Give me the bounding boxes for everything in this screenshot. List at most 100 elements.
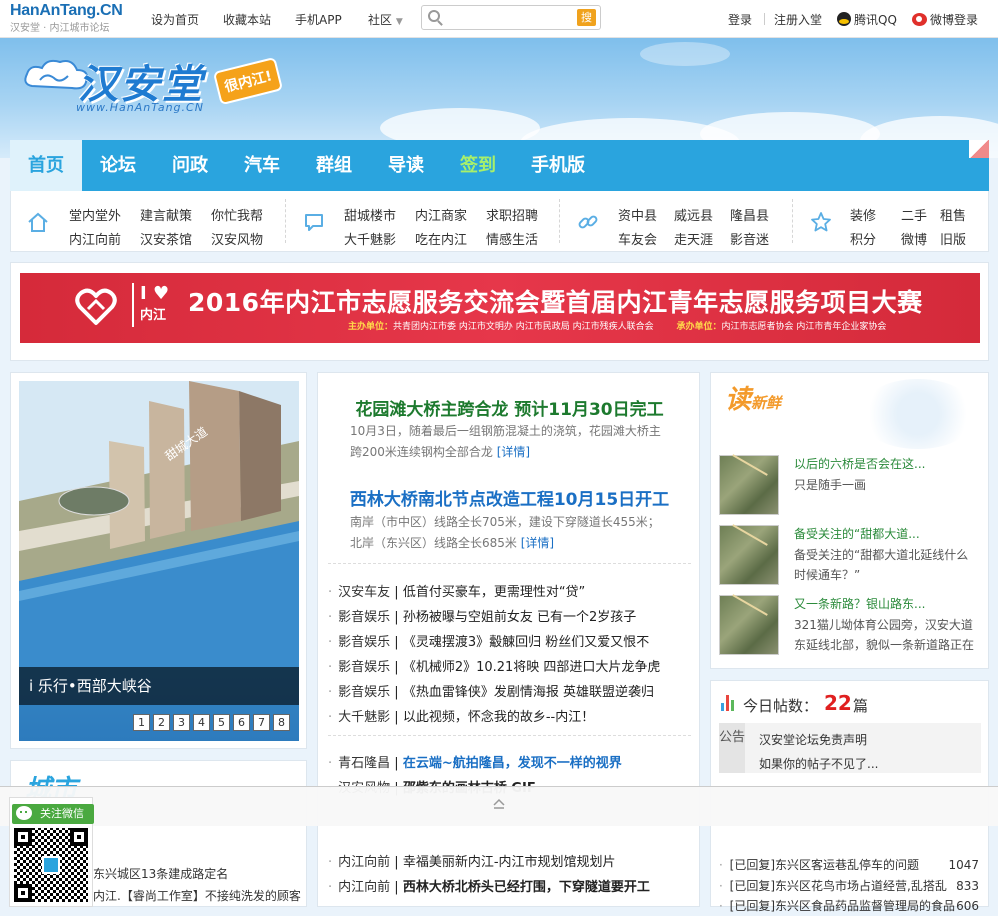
nav-forum[interactable]: 论坛: [82, 140, 154, 191]
subnav-link[interactable]: 建言献策: [140, 205, 192, 224]
read-new-item[interactable]: 以后的六桥是否会在这... 只是随手一画: [719, 455, 981, 523]
heart-hands-icon: [75, 288, 117, 325]
subnav-link[interactable]: 吃在内江: [415, 229, 467, 248]
community-menu[interactable]: 社区 ▼: [368, 11, 403, 28]
news-title: 《灵魂摆渡3》觳觫回归 粉丝们又爱又恨不: [402, 635, 650, 650]
subnav-link[interactable]: 你忙我帮: [211, 205, 263, 224]
subnav-link[interactable]: 资中县: [618, 205, 657, 224]
follow-wechat-label: 关注微信: [40, 807, 84, 820]
register-link[interactable]: 注册入堂: [774, 11, 822, 28]
slide-page-button[interactable]: 3: [173, 714, 190, 731]
subnav-link[interactable]: 积分: [850, 229, 876, 248]
news-category: 内江向前: [338, 855, 391, 870]
slide-page-button[interactable]: 6: [233, 714, 250, 731]
ad-banner[interactable]: I ♥ 内江 2016年内江市志愿服务交流会暨首届内江青年志愿服务项目大赛 主办…: [20, 273, 980, 343]
news-title: 西林大桥北桥头已经打围，下穿隧道要开工: [402, 880, 650, 895]
city-news-link[interactable]: 东兴城区13条建成路定名: [93, 865, 228, 882]
photo-slider-box: 甜城大道 i 乐行•西部大峡谷 12345678: [10, 372, 307, 749]
subnav-link[interactable]: 内江商家: [415, 205, 467, 224]
read-new-item-title: 备受关注的“甜都大道...: [794, 527, 920, 541]
ad-i-love: I ♥ 内江: [132, 283, 169, 327]
city-news-link[interactable]: 内江.【睿尚工作室】不接纯洗发的顾客: [93, 887, 301, 904]
nav-signin[interactable]: 签到: [442, 140, 514, 191]
subnav-link[interactable]: 堂内堂外: [69, 205, 121, 224]
read-new-item-title: 以后的六桥是否会在这...: [794, 457, 926, 471]
ad-host: 共青团内江市委 内江市文明办 内江市民政局 内江市残疾人联合会: [393, 322, 654, 332]
read-new-item[interactable]: 备受关注的“甜都大道... 备受关注的“甜都大道北延线什么时候通车？”: [719, 525, 981, 593]
subnav-link[interactable]: 内江向前: [69, 229, 121, 248]
news-item[interactable]: 青石隆昌 | 在云端~航拍隆昌，发现不一样的视界: [328, 751, 691, 776]
corner-fold-icon[interactable]: [969, 140, 989, 158]
nav-groups[interactable]: 群组: [298, 140, 370, 191]
subnav-link[interactable]: 隆昌县: [730, 205, 769, 224]
slide-page-button[interactable]: 1: [133, 714, 150, 731]
news-item[interactable]: 影音娱乐 | 《机械师2》10.21将映 四部进口大片龙争虎: [328, 655, 691, 680]
subnav-link[interactable]: 影音迷: [730, 229, 769, 248]
mobile-app-link[interactable]: 手机APP: [295, 11, 342, 28]
subnav-link[interactable]: 大千魅影: [344, 229, 396, 248]
announcement-link[interactable]: 汉安堂论坛免责声明: [759, 731, 867, 748]
weibo-login-link[interactable]: 微博登录: [912, 11, 978, 28]
headline-title[interactable]: 花园滩大桥主跨合龙 预计11月30日完工: [318, 395, 701, 420]
logo-text: HanAnTang.CN: [10, 2, 123, 19]
news-item[interactable]: 内江向前 | 幸福美丽新内江-内江市规划馆规划片: [328, 850, 691, 875]
qq-login-link[interactable]: 腾讯QQ: [837, 11, 897, 28]
today-posts-label: 今日帖数：: [743, 697, 819, 715]
slide-caption: i 乐行•西部大峡谷: [19, 667, 299, 705]
subnav-group-tools: 装修 二手 租售 积分 微博 旧版: [794, 191, 989, 251]
nav-auto[interactable]: 汽车: [226, 140, 298, 191]
map-thumbnail: [719, 595, 779, 655]
news-item[interactable]: 影音娱乐 | 《灵魂摆渡3》觳觫回归 粉丝们又爱又恨不: [328, 630, 691, 655]
slide-page-button[interactable]: 4: [193, 714, 210, 731]
news-item[interactable]: 影音娱乐 | 《热血雷锋侠》发剧情海报 英雄联盟逆袭归: [328, 680, 691, 705]
details-link[interactable]: [详情]: [521, 536, 554, 550]
collapse-up-icon[interactable]: [491, 795, 507, 811]
search-button[interactable]: 搜: [577, 9, 596, 26]
announcement-box: 公告 汉安堂论坛免责声明 如果你的帖子不见了...: [719, 723, 981, 773]
slide-page-button[interactable]: 8: [273, 714, 290, 731]
slide-page-button[interactable]: 7: [253, 714, 270, 731]
subnav-link[interactable]: 装修: [850, 205, 876, 224]
subnav-link[interactable]: 微博: [901, 229, 927, 248]
details-link[interactable]: [详情]: [497, 445, 530, 459]
subnav-link[interactable]: 威远县: [674, 205, 713, 224]
bar-chart-icon: [721, 695, 735, 711]
subnav-link[interactable]: 情感生活: [486, 229, 538, 248]
post-item[interactable]: [已回复]东兴区客运巷乱停车的问题 1047: [719, 855, 987, 875]
login-link[interactable]: 登录: [728, 11, 752, 28]
announcement-link[interactable]: 如果你的帖子不见了...: [759, 755, 878, 772]
sub-nav: 堂内堂外 建言献策 你忙我帮 内江向前 汉安茶馆 汉安风物 甜城楼市 内江商家 …: [10, 191, 989, 252]
post-view-count: 833: [956, 879, 979, 893]
subnav-link[interactable]: 旧版: [940, 229, 966, 248]
news-item[interactable]: 大千魅影 | 以此视频，怀念我的故乡--内江！: [328, 705, 691, 730]
post-item[interactable]: [已回复]东兴区食品药品监督管理局的食品 606: [719, 896, 987, 916]
subnav-link[interactable]: 车友会: [618, 229, 657, 248]
site-logo-mini[interactable]: HanAnTang.CN 汉安堂 · 内江城市论坛: [10, 2, 123, 34]
follow-wechat-button[interactable]: 关注微信: [12, 804, 94, 824]
subnav-link[interactable]: 甜城楼市: [344, 205, 396, 224]
subnav-link[interactable]: 走天涯: [674, 229, 713, 248]
bookmark-link[interactable]: 收藏本站: [223, 11, 271, 28]
read-new-item-desc: 备受关注的“甜都大道北延线什么时候通车？”: [794, 548, 969, 582]
subnav-link[interactable]: 二手: [901, 205, 927, 224]
nav-home[interactable]: 首页: [10, 140, 82, 191]
subnav-link[interactable]: 汉安茶馆: [140, 229, 192, 248]
news-item[interactable]: 汉安车友 | 低首付买豪车，更需理性对“贷”: [328, 580, 691, 605]
slide-page-button[interactable]: 2: [153, 714, 170, 731]
nav-guide[interactable]: 导读: [370, 140, 442, 191]
headline-title[interactable]: 西林大桥南北节点改造工程10月15日开工: [318, 485, 701, 510]
post-item[interactable]: [已回复]东兴区花鸟市场占道经营,乱搭乱 833: [719, 876, 987, 896]
subnav-link[interactable]: 租售: [940, 205, 966, 224]
divider: [764, 13, 765, 25]
news-item[interactable]: 影音娱乐 | 孙杨被曝与空姐前女友 已有一个2岁孩子: [328, 605, 691, 630]
search-input[interactable]: [446, 8, 570, 27]
nav-politics[interactable]: 问政: [154, 140, 226, 191]
subnav-link[interactable]: 求职招聘: [486, 205, 538, 224]
news-item[interactable]: 内江向前 | 西林大桥北桥头已经打围，下穿隧道要开工: [328, 875, 691, 900]
set-homepage-link[interactable]: 设为首页: [151, 11, 199, 28]
photo-slide[interactable]: 甜城大道 i 乐行•西部大峡谷 12345678: [19, 381, 299, 741]
read-new-item[interactable]: 又一条新路？银山路东... 321猫儿坳体育公园旁，汉安大道东延线北部，貌似一条…: [719, 595, 981, 663]
slide-page-button[interactable]: 5: [213, 714, 230, 731]
subnav-link[interactable]: 汉安风物: [211, 229, 263, 248]
nav-mobile[interactable]: 手机版: [514, 140, 602, 191]
